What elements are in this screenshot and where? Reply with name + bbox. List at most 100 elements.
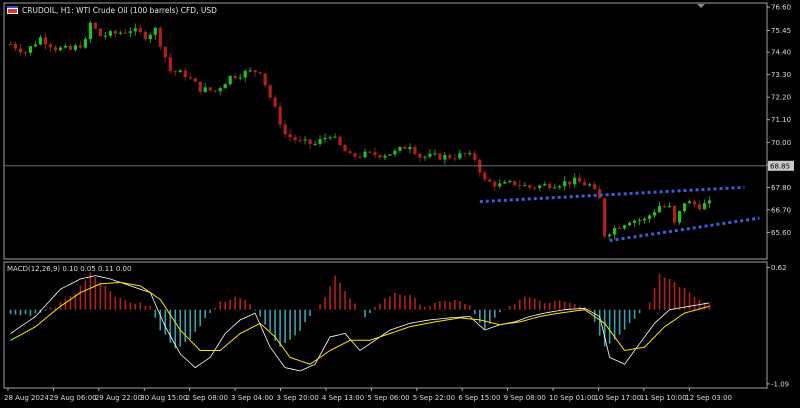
candle-body	[498, 183, 502, 187]
candle-group	[8, 20, 712, 240]
candle-body	[98, 28, 102, 37]
candle-body	[488, 179, 492, 182]
time-tick-label: 29 Aug 22:00	[95, 394, 142, 402]
candle-body	[613, 228, 617, 235]
candle-body	[413, 146, 417, 154]
candle-body	[68, 45, 73, 50]
candle-body	[378, 155, 382, 158]
candle-body	[193, 78, 197, 82]
candle-body	[448, 154, 452, 159]
window-icon[interactable]	[7, 6, 18, 14]
candle-body	[428, 153, 432, 157]
candle-body	[667, 205, 672, 207]
candle-body	[588, 184, 592, 186]
candle-body	[33, 44, 38, 47]
candle-body	[333, 136, 337, 138]
candle-body	[583, 182, 587, 186]
price-tick-label: 73.30	[771, 71, 791, 79]
candle-body	[268, 85, 272, 98]
candle-body	[682, 203, 687, 212]
macd-axis: 0.62 -1.09	[767, 264, 789, 388]
candle-body	[423, 156, 427, 158]
candle-body	[188, 77, 192, 79]
candle-body	[343, 145, 347, 152]
candle-body	[238, 77, 242, 79]
candle-body	[707, 200, 712, 204]
candle-body	[308, 139, 312, 145]
candle-body	[443, 154, 447, 160]
candle-body	[323, 137, 327, 140]
candle-body	[318, 139, 322, 144]
macd-panel-frame	[3, 261, 768, 389]
candle-body	[672, 205, 677, 223]
time-tick-label: 29 Aug 06:00	[49, 394, 96, 402]
candle-body	[543, 184, 547, 186]
price-tick-label: 70.00	[771, 139, 791, 147]
time-tick-label: 30 Aug 15:00	[140, 394, 187, 402]
macd-tick-label: -1.09	[771, 380, 789, 388]
macd-label: MACD(12,26,9) 0.10 0.05 0.11 0.00	[7, 265, 131, 273]
candle-body	[677, 211, 682, 223]
time-tick-label: 10 Sep 17:00	[594, 394, 641, 402]
candle-body	[533, 187, 537, 189]
candle-body	[103, 35, 107, 37]
time-tick-label: 10 Sep 01:00	[549, 394, 596, 402]
candle-body	[173, 70, 177, 73]
candle-body	[657, 206, 662, 213]
candle-body	[178, 70, 182, 73]
candle-body	[563, 181, 567, 187]
candle-body	[692, 201, 697, 205]
price-tick-label: 74.40	[771, 49, 791, 57]
candle-body	[662, 206, 667, 208]
candle-body	[38, 37, 43, 45]
price-axis: 76.6075.4574.4073.3072.2071.1070.0068.90…	[767, 4, 791, 237]
candle-body	[398, 146, 402, 151]
candle-body	[293, 137, 297, 141]
chart-canvas[interactable]: 76.6075.4574.4073.3072.2071.1070.0068.90…	[0, 0, 800, 408]
candle-body	[278, 106, 282, 125]
price-tick-label: 71.10	[771, 116, 791, 124]
candle-body	[288, 134, 292, 138]
candle-body	[338, 136, 342, 146]
candle-body	[283, 124, 287, 135]
candle-body	[483, 172, 487, 180]
candle-body	[573, 177, 577, 185]
time-tick-label: 3 Sep 04:00	[231, 394, 273, 402]
candle-body	[218, 88, 222, 92]
candle-body	[493, 181, 497, 187]
candle-body	[228, 75, 232, 85]
candle-body	[568, 181, 572, 185]
macd-panel[interactable]: MACD(12,26,9) 0.10 0.05 0.11 0.00 0.62 -1…	[3, 261, 789, 389]
candle-body	[633, 220, 637, 223]
candle-body	[473, 153, 477, 160]
time-tick-label: 9 Sep 08:00	[504, 394, 546, 402]
candle-body	[348, 151, 352, 154]
time-tick-label: 12 Sep 03:00	[685, 394, 732, 402]
candle-body	[138, 28, 142, 32]
candle-body	[123, 32, 127, 34]
candle-body	[388, 154, 392, 156]
candle-body	[18, 48, 23, 53]
time-tick-label: 3 Sep 20:00	[277, 394, 319, 402]
candle-body	[538, 185, 542, 189]
candle-body	[433, 153, 437, 155]
candle-body	[163, 46, 167, 58]
scroll-shift-marker[interactable]	[697, 4, 705, 8]
price-panel[interactable]: 76.6075.4574.4073.3072.2071.1070.0068.90…	[3, 2, 794, 260]
channel-group	[479, 185, 760, 243]
price-tick-label: 75.45	[771, 27, 791, 35]
candle-body	[368, 151, 372, 153]
candle-body	[208, 87, 212, 91]
candle-body	[63, 45, 68, 48]
candle-body	[128, 31, 132, 33]
time-tick-label: 11 Sep 10:00	[640, 394, 687, 402]
candle-body	[88, 22, 92, 40]
candle-body	[408, 146, 412, 150]
candle-body	[23, 52, 28, 54]
candle-body	[458, 153, 462, 159]
chart-title: CRUDOIL, H1: WTI Crude Oil (100 barrels)…	[22, 6, 217, 15]
candle-body	[198, 81, 202, 93]
candle-body	[223, 84, 227, 89]
current-price-label: 68.85	[770, 162, 790, 170]
candle-body	[48, 44, 53, 48]
